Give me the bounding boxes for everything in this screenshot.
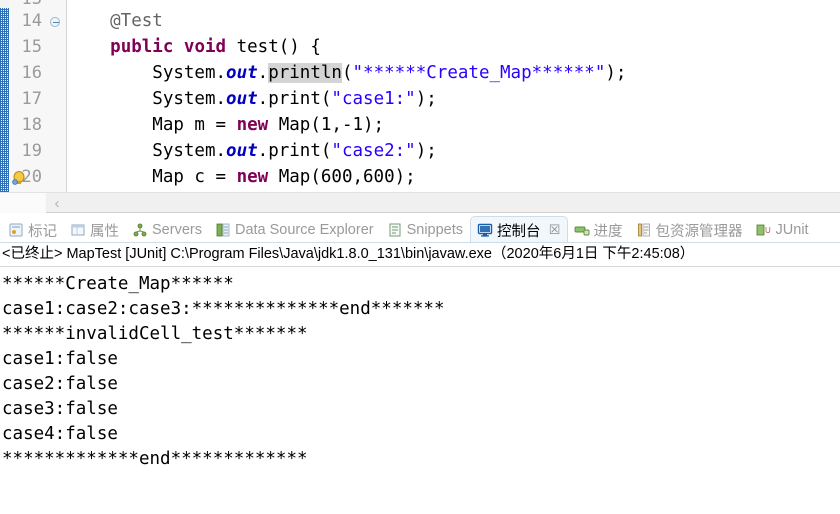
tab-label: 进度 [593,223,623,240]
tab-markers[interactable]: 标记 [2,217,64,243]
line-number: 17 [21,89,42,109]
editor-body[interactable]: 13 14 15 16 17 18 19 20 [0,0,840,192]
eclipse-ide-window: 13 14 15 16 17 18 19 20 [0,0,840,514]
console-icon [477,222,493,238]
tab-label: Servers [152,222,202,238]
line-number: 15 [21,37,42,57]
code-text-area[interactable]: @Test public void test() { System.out.pr… [68,0,840,192]
tab-label: Data Source Explorer [234,222,374,238]
change-marker-bar [0,0,9,192]
view-tab-bar[interactable]: 标记 属性 Servers Data Source Explorer Snipp… [0,214,840,243]
java-editor[interactable]: 13 14 15 16 17 18 19 20 [0,0,840,192]
console-view[interactable]: <已终止> MapTest [JUnit] C:\Program Files\J… [0,243,840,514]
editor-horizontal-scrollbar[interactable]: ‹ [0,192,840,213]
tab-console[interactable]: 控制台 ☒ [470,216,568,243]
console-output-line: ******invalidCell_test******* [2,324,308,344]
code-line-15: public void test() { [110,37,321,57]
tab-label: 包资源管理器 [655,223,743,240]
servers-icon [132,222,148,238]
console-launch-status: <已终止> MapTest [JUnit] C:\Program Files\J… [0,243,840,267]
progress-icon [574,222,590,238]
tab-label: 标记 [28,223,57,240]
console-output-line: *************end************* [2,449,308,469]
package-explorer-icon [636,222,652,238]
code-line-18: Map m = new Map(1,-1); [68,115,385,135]
console-output-line: case1:case2:case3:**************end*****… [2,299,445,319]
line-number: 19 [21,141,42,161]
line-number: 14 [21,11,42,31]
console-output-line: case1:false [2,349,118,369]
snippets-icon [387,222,403,238]
tab-snippets[interactable]: Snippets [381,217,470,243]
data-source-icon [215,222,231,238]
properties-icon [70,222,86,238]
junit-icon: U [756,222,772,238]
tab-label: 属性 [90,223,119,240]
line-number: 16 [21,63,42,83]
tab-label: Snippets [406,222,464,238]
tab-servers[interactable]: Servers [126,217,209,243]
tab-junit[interactable]: U JUnit [750,217,816,243]
tab-list: 标记 属性 Servers Data Source Explorer Snipp… [0,214,840,243]
console-output-line: case2:false [2,374,118,394]
tab-data-source-explorer[interactable]: Data Source Explorer [209,217,381,243]
fold-collapse-icon[interactable] [48,8,61,34]
tab-properties[interactable]: 属性 [64,217,126,243]
tab-label: 控制台 [497,223,541,240]
code-line-14: @Test [68,11,163,31]
close-icon[interactable]: ☒ [548,223,562,237]
tab-progress[interactable]: 进度 [568,217,630,243]
line-number: 18 [21,115,42,135]
scrollbar-track-left[interactable] [0,193,46,213]
markers-icon [8,222,24,238]
console-output-line: case3:false [2,399,118,419]
svg-text:U: U [765,226,771,235]
console-output-line: case4:false [2,424,118,444]
tab-label: JUnit [775,222,809,238]
line-number-ruler: 13 14 15 16 17 18 19 20 [9,0,67,192]
code-line-17: System.out.print("case1:"); [68,89,437,109]
scroll-left-arrow-icon[interactable]: ‹ [48,194,66,213]
console-output[interactable]: ******Create_Map****** case1:case2:case3… [0,268,840,472]
code-line-16: System.out.println("******Create_Map****… [68,63,627,83]
code-line-20: Map c = new Map(600,600); [68,167,416,187]
code-line-19: System.out.print("case2:"); [68,141,437,161]
quick-fix-bulb-icon[interactable] [12,170,28,186]
tab-package-explorer[interactable]: 包资源管理器 [630,217,750,243]
console-output-line: ******Create_Map****** [2,274,234,294]
